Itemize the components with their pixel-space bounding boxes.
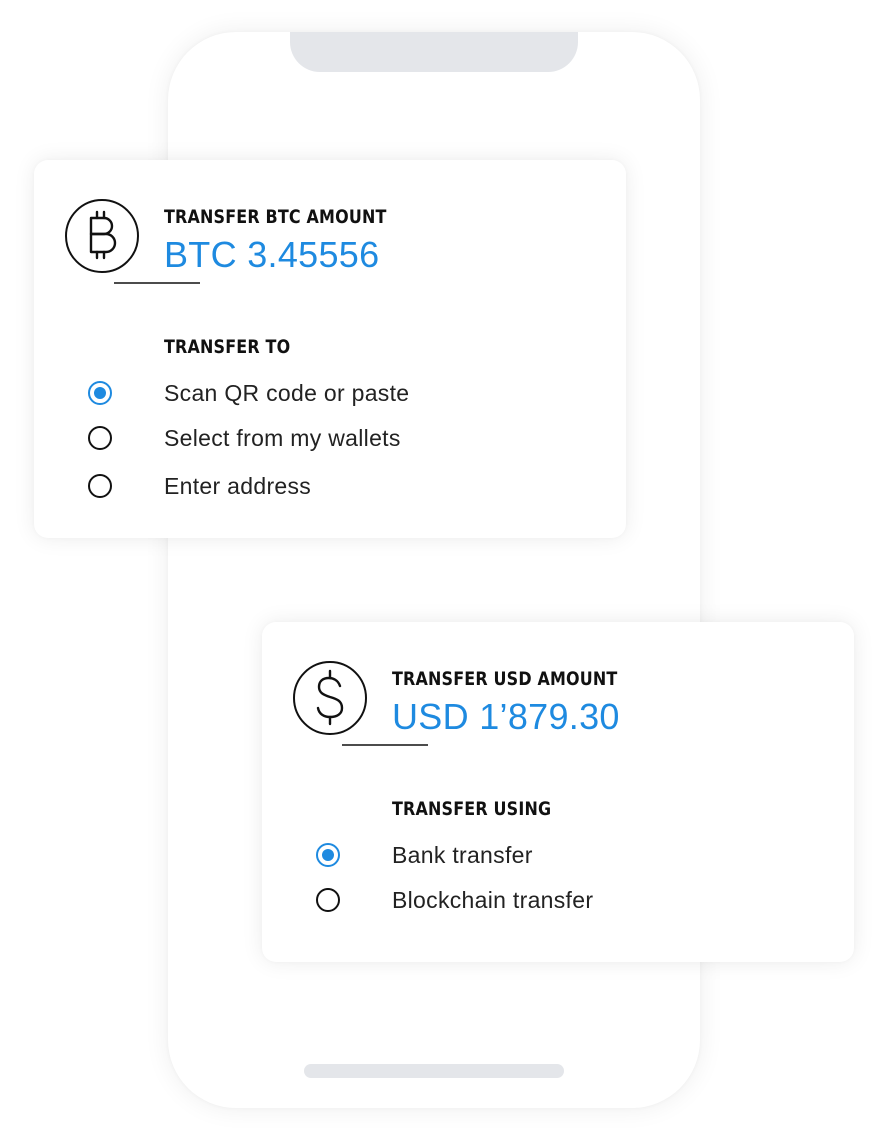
transfer-to-label: TRANSFER TO <box>164 336 291 358</box>
option-scan-qr[interactable]: Scan QR code or paste <box>88 378 528 408</box>
radio-blockchain-transfer[interactable] <box>316 888 340 912</box>
home-indicator[interactable] <box>304 1064 564 1078</box>
usd-amount-value[interactable]: USD 1’879.30 <box>392 696 620 738</box>
illustration-stage: TRANSFER BTC AMOUNT BTC 3.45556 TRANSFER… <box>0 0 888 1142</box>
option-select-wallet[interactable]: Select from my wallets <box>88 423 528 453</box>
option-scan-qr-label: Scan QR code or paste <box>164 379 410 406</box>
option-blockchain-transfer[interactable]: Blockchain transfer <box>316 885 756 915</box>
option-bank-transfer-label: Bank transfer <box>392 841 533 868</box>
btc-amount-value[interactable]: BTC 3.45556 <box>164 234 379 276</box>
radio-scan-qr[interactable] <box>88 381 112 405</box>
option-enter-address[interactable]: Enter address <box>88 471 528 501</box>
usd-amount-label: TRANSFER USD AMOUNT <box>392 668 618 690</box>
transfer-using-label: TRANSFER USING <box>392 798 552 820</box>
radio-enter-address[interactable] <box>88 474 112 498</box>
radio-bank-transfer[interactable] <box>316 843 340 867</box>
option-bank-transfer[interactable]: Bank transfer <box>316 840 756 870</box>
option-select-wallet-label: Select from my wallets <box>164 424 401 451</box>
option-enter-address-label: Enter address <box>164 472 312 499</box>
btc-amount-label: TRANSFER BTC AMOUNT <box>164 206 387 228</box>
radio-select-wallet[interactable] <box>88 426 112 450</box>
phone-notch <box>290 32 578 72</box>
option-blockchain-transfer-label: Blockchain transfer <box>392 886 594 913</box>
btc-transfer-card: TRANSFER BTC AMOUNT BTC 3.45556 TRANSFER… <box>34 160 626 538</box>
usd-transfer-card: TRANSFER USD AMOUNT USD 1’879.30 TRANSFE… <box>262 622 854 962</box>
